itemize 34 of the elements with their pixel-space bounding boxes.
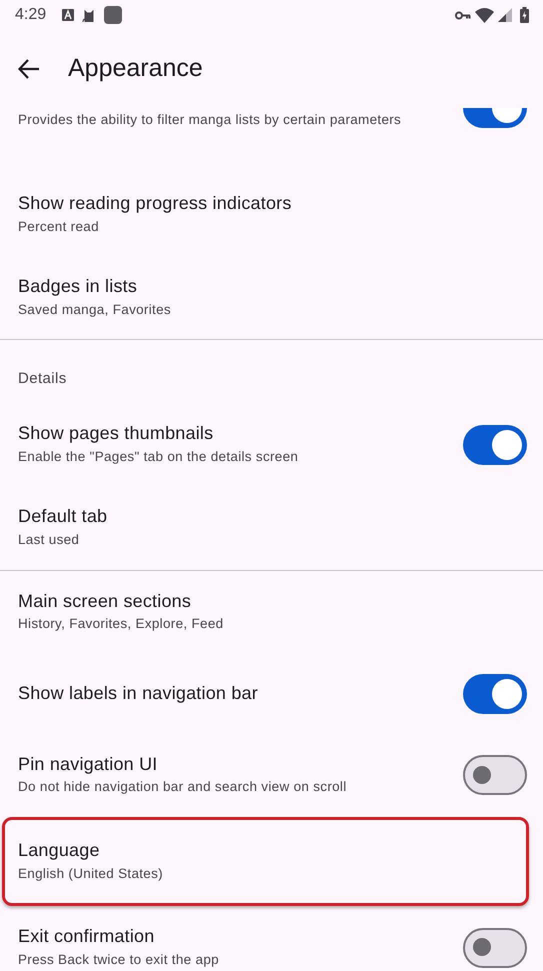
app-icon xyxy=(104,6,122,24)
setting-summary: Last used xyxy=(18,531,80,550)
status-time: 4:29 xyxy=(15,5,46,25)
cat-icon xyxy=(82,8,96,22)
signal-icon xyxy=(498,8,512,22)
toggle-switch[interactable] xyxy=(463,674,527,714)
setting-title: Show pages thumbnails xyxy=(18,423,214,445)
section-header: Details xyxy=(17,369,68,390)
setting-summary: Percent read xyxy=(18,218,100,236)
screen-title: Appearance xyxy=(68,53,203,84)
setting-title: Language xyxy=(18,840,101,862)
keyboard-icon xyxy=(62,9,74,21)
setting-title: Badges in lists xyxy=(18,276,138,298)
setting-title: Exit confirmation xyxy=(18,926,156,948)
setting-summary: Enable the "Pages" tab on the details screen xyxy=(18,448,300,466)
setting-summary: Provides the ability to filter manga lists by certain parameters xyxy=(18,111,402,129)
setting-summary: Press Back twice to exit the app xyxy=(18,950,220,969)
setting-title: Show reading progress indicators xyxy=(18,193,293,215)
battery-icon xyxy=(520,7,529,23)
setting-summary: Do not hide navigation bar and search view on scroll xyxy=(18,778,348,796)
toggle-switch[interactable] xyxy=(463,424,527,465)
toggle-switch[interactable] xyxy=(463,928,527,968)
setting-summary: History, Favorites, Explore, Feed xyxy=(18,615,224,634)
setting-summary: English (United States) xyxy=(18,864,164,883)
wifi-icon xyxy=(475,8,494,22)
setting-title: Main screen sections xyxy=(18,590,192,612)
back-arrow-icon[interactable] xyxy=(18,59,40,79)
setting-title: Show labels in navigation bar xyxy=(18,682,259,705)
toggle-switch[interactable] xyxy=(463,755,527,796)
key-icon xyxy=(455,10,471,20)
setting-summary: Saved manga, Favorites xyxy=(18,300,172,319)
setting-title: Default tab xyxy=(18,506,108,528)
setting-item[interactable]: Language English (United States) xyxy=(2,816,529,906)
setting-title: Pin navigation UI xyxy=(18,754,158,776)
